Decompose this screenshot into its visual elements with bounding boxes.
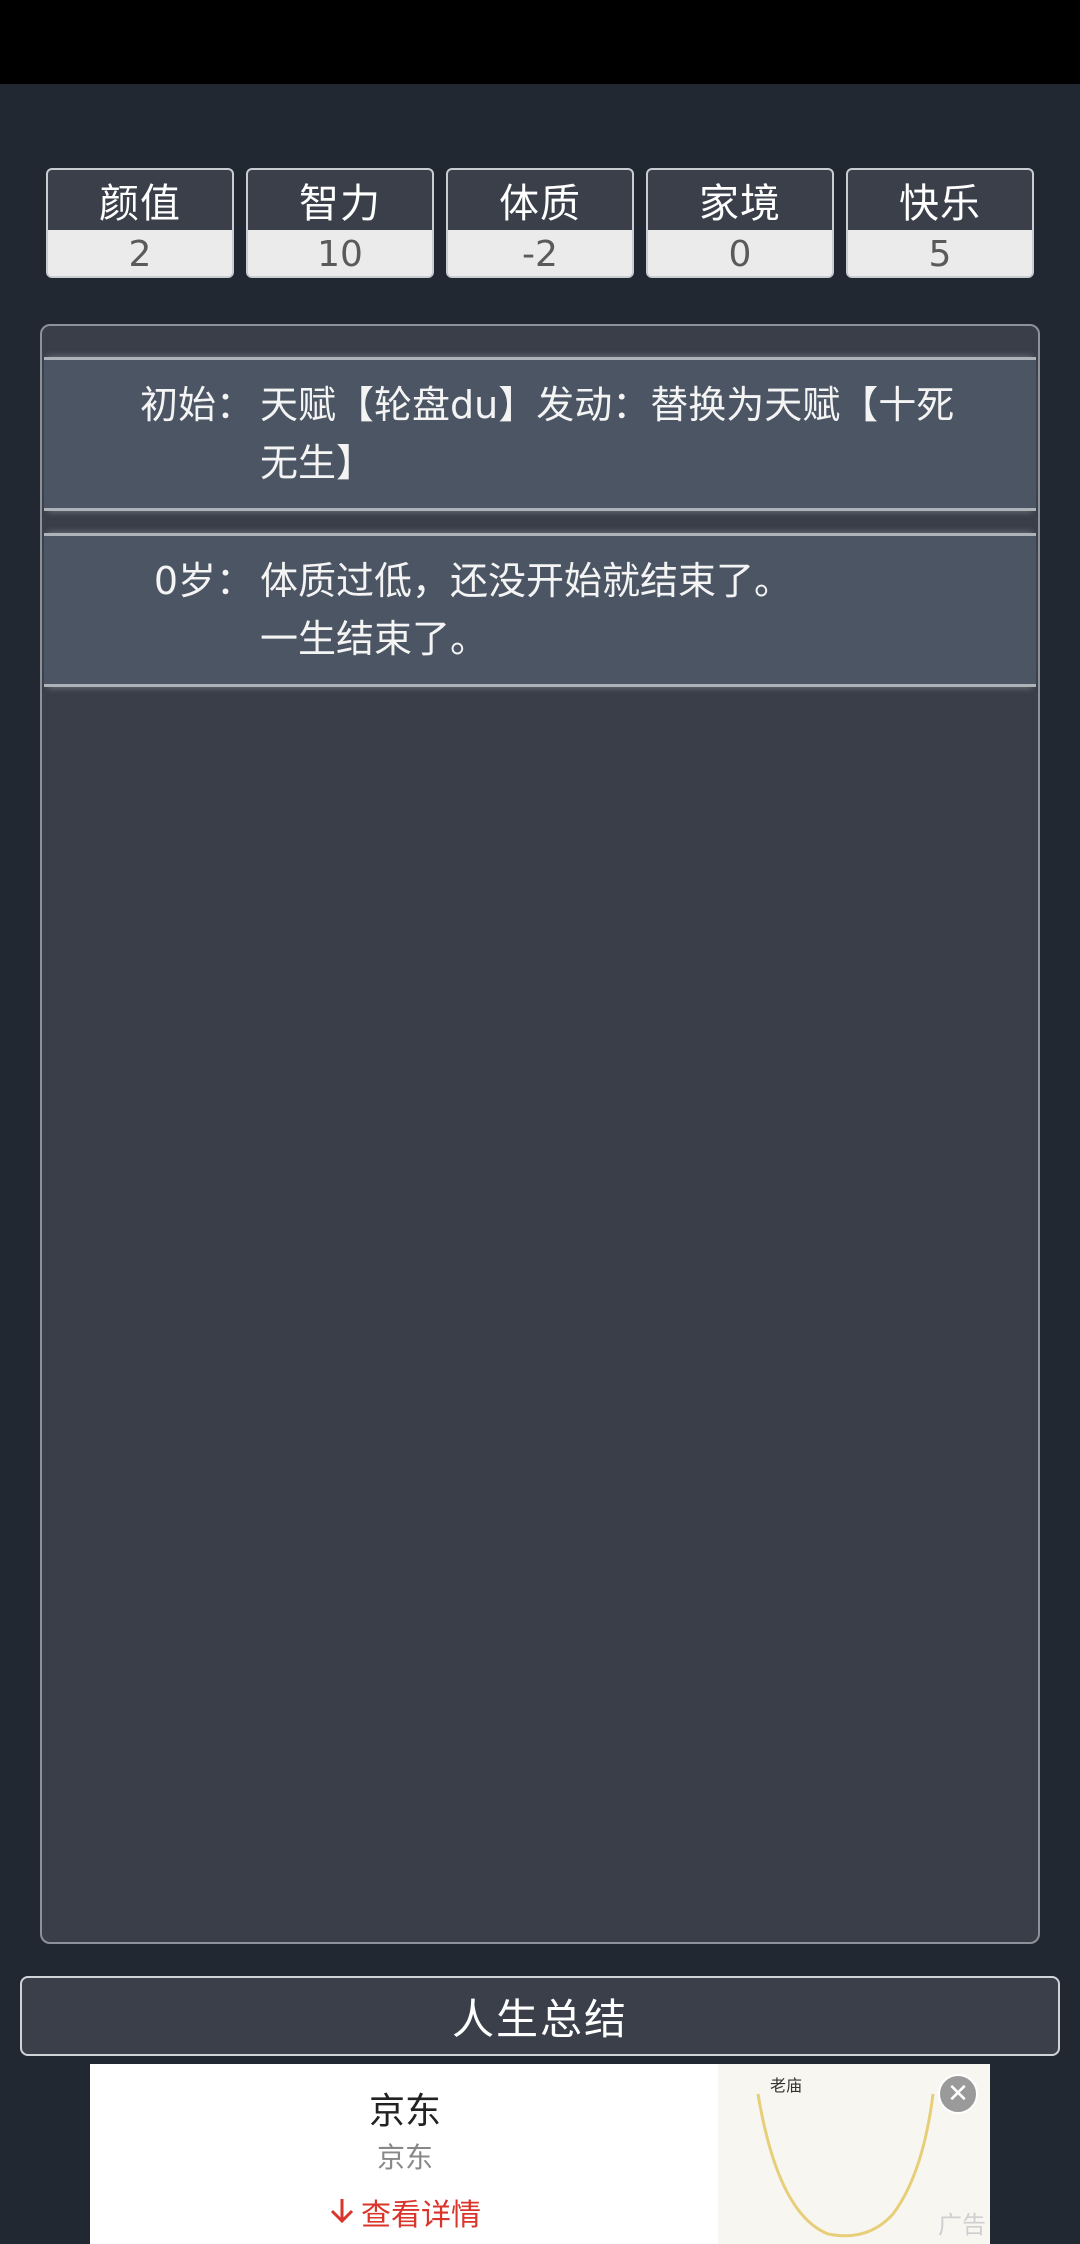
life-log-panel[interactable]: 初始： 天赋【轮盘du】发动：替换为天赋【十死 无生】 0岁： 体质过低，还没开… [40,324,1040,1944]
stat-value: 10 [248,230,432,276]
ad-label: 广告 [938,2211,986,2239]
stat-label: 快乐 [848,170,1032,230]
log-line: 天赋【轮盘du】发动：替换为天赋【十死 [260,383,955,427]
log-line: 无生】 [260,441,375,485]
stat-label: 智力 [248,170,432,230]
stat-value: 0 [648,230,832,276]
arrow-down-icon [329,2197,355,2233]
stat-family: 家境 0 [646,168,834,278]
ad-details-link[interactable]: 查看详情 [90,2190,720,2234]
log-entry: 0岁： 体质过低，还没开始就结束了。 一生结束了。 [44,533,1036,687]
log-line: 体质过低，还没开始就结束了。 [260,559,793,603]
stat-value: -2 [448,230,632,276]
stats-bar: 颜值 2 智力 10 体质 -2 家境 0 快乐 5 [46,168,1034,280]
log-entry: 初始： 天赋【轮盘du】发动：替换为天赋【十死 无生】 [44,357,1036,511]
ad-details-label: 查看详情 [361,2198,481,2233]
log-age: 初始： [139,383,254,427]
stat-label: 体质 [448,170,632,230]
log-text: 天赋【轮盘du】发动：替换为天赋【十死 无生】 [260,376,1000,492]
stat-label: 家境 [648,170,832,230]
stat-value: 5 [848,230,1032,276]
log-text: 体质过低，还没开始就结束了。 一生结束了。 [260,552,1000,668]
stat-constitution: 体质 -2 [446,168,634,278]
stat-intelligence: 智力 10 [246,168,434,278]
stat-value: 2 [48,230,232,276]
life-summary-button[interactable]: 人生总结 [20,1976,1060,2056]
close-icon[interactable]: ✕ [938,2074,978,2114]
ad-banner[interactable]: 京东 京东 查看详情 老庙 ✕ 广告 [90,2064,990,2244]
ad-brand: 京东 [368,2091,441,2132]
ad-subtitle: 京东 [376,2141,433,2174]
log-age: 0岁： [153,559,254,603]
stat-appearance: 颜值 2 [46,168,234,278]
stat-happiness: 快乐 5 [846,168,1034,278]
stat-label: 颜值 [48,170,232,230]
status-bar [0,0,1080,84]
log-line: 一生结束了。 [260,617,489,661]
